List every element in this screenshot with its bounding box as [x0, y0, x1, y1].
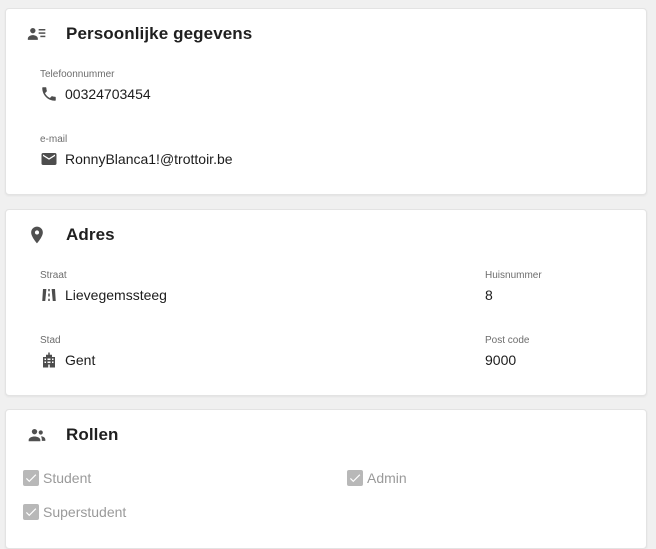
checkbox-checked-icon[interactable] — [347, 470, 363, 486]
postcode-label: Post code — [485, 335, 530, 346]
role-admin-label: Admin — [367, 470, 407, 486]
email-value-row: RonnyBlanca1!@trottoir.be — [40, 150, 233, 168]
roles-header: Rollen — [26, 423, 119, 447]
email-label: e-mail — [40, 134, 68, 145]
role-student-checkbox[interactable]: Student — [23, 470, 91, 486]
role-admin-checkbox[interactable]: Admin — [347, 470, 407, 486]
roles-card: Rollen Student Admin Superstudent — [5, 409, 647, 549]
street-value-row: Lievegemssteeg — [40, 286, 167, 304]
phone-field: Telefoonnummer 00324703454 — [40, 69, 151, 103]
street-field: Straat Lievegemssteeg — [40, 270, 167, 304]
personal-details-header: Persoonlijke gegevens — [26, 22, 252, 46]
postcode-value: 9000 — [485, 352, 517, 368]
address-title: Adres — [66, 225, 115, 244]
house-number-label: Huisnummer — [485, 270, 542, 281]
mail-icon — [40, 150, 60, 168]
role-superstudent-checkbox[interactable]: Superstudent — [23, 504, 126, 520]
address-card: Adres Straat Lievegemssteeg Huisnummer 8… — [5, 209, 647, 396]
house-number-value-row: 8 — [485, 286, 542, 304]
phone-value-row: 00324703454 — [40, 85, 151, 103]
phone-label: Telefoonnummer — [40, 69, 115, 80]
personal-details-card: Persoonlijke gegevens Telefoonnummer 003… — [5, 8, 647, 195]
street-label: Straat — [40, 270, 67, 281]
city-field: Stad Gent — [40, 335, 95, 369]
personal-details-title: Persoonlijke gegevens — [66, 24, 253, 43]
postcode-value-row: 9000 — [485, 351, 529, 369]
location-pin-icon — [26, 224, 48, 246]
city-label: Stad — [40, 335, 61, 346]
phone-value: 00324703454 — [65, 86, 151, 102]
house-number-value: 8 — [485, 287, 493, 303]
city-value: Gent — [65, 352, 96, 368]
postcode-field: Post code 9000 — [485, 335, 529, 369]
street-value: Lievegemssteeg — [65, 287, 167, 303]
address-header: Adres — [26, 223, 115, 247]
phone-icon — [40, 85, 60, 103]
email-field: e-mail RonnyBlanca1!@trottoir.be — [40, 134, 233, 168]
checkbox-checked-icon[interactable] — [23, 470, 39, 486]
city-building-icon — [40, 351, 60, 369]
contact-details-icon — [26, 23, 48, 45]
roles-title: Rollen — [66, 425, 119, 444]
house-number-field: Huisnummer 8 — [485, 270, 542, 304]
road-icon — [40, 286, 60, 304]
role-student-label: Student — [43, 470, 92, 486]
city-value-row: Gent — [40, 351, 95, 369]
people-icon — [26, 424, 48, 446]
email-value: RonnyBlanca1!@trottoir.be — [65, 151, 233, 167]
checkbox-checked-icon[interactable] — [23, 504, 39, 520]
role-superstudent-label: Superstudent — [43, 504, 127, 520]
